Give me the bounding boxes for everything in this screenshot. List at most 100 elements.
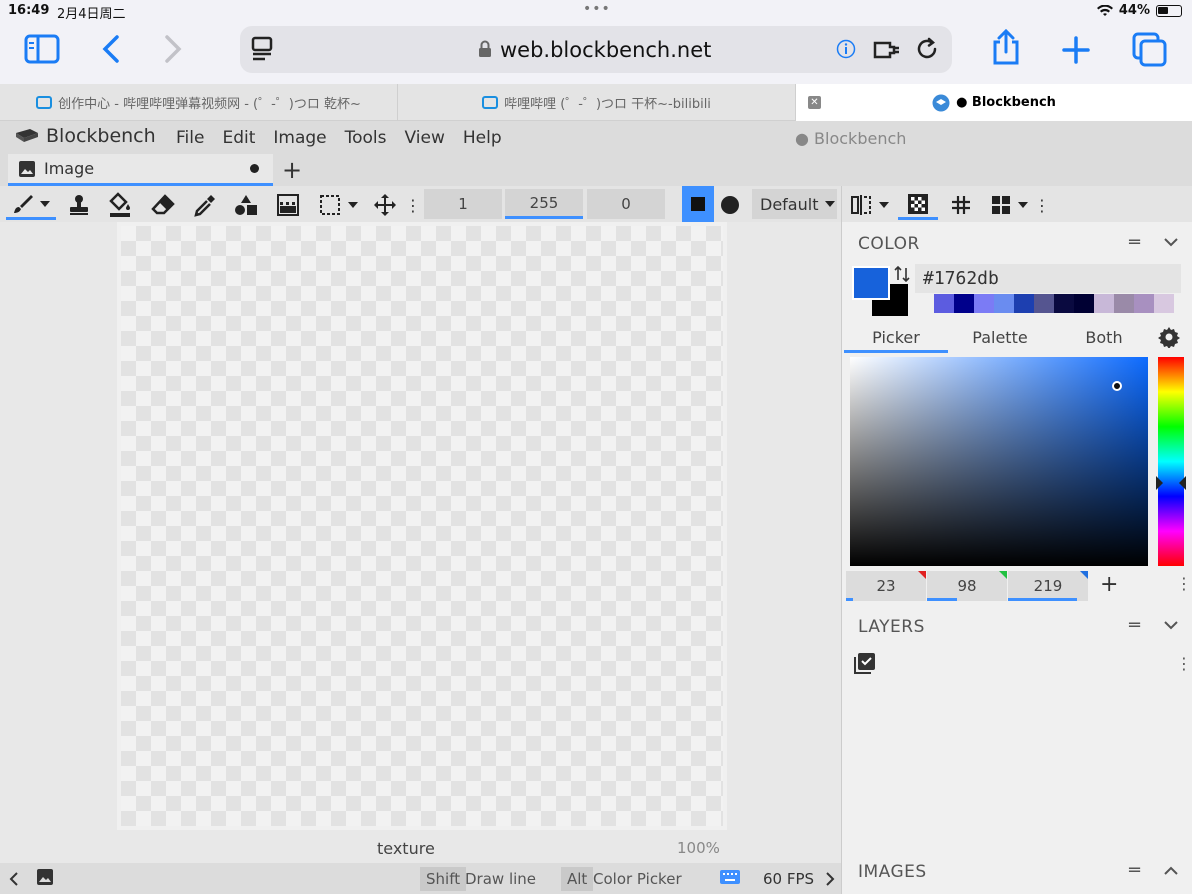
drag-handle-icon[interactable]: ═	[1129, 232, 1140, 253]
clone-stamp-tool-button[interactable]	[64, 190, 94, 220]
color-picker-tool-button[interactable]	[190, 190, 220, 220]
browser-tab-creator-center[interactable]: 创作中心 - 哔哩哔哩弹幕视频网 - (゜-゜)つロ 乾杯~	[0, 84, 398, 121]
tab-picker[interactable]: Picker	[844, 325, 948, 353]
document-tab-image[interactable]: Image	[8, 154, 273, 186]
close-tab-icon[interactable]: ✕	[808, 96, 821, 109]
menu-help[interactable]: Help	[463, 128, 502, 148]
wifi-icon	[1096, 4, 1113, 16]
palette-swatch[interactable]	[1074, 294, 1094, 313]
fill-tool-button[interactable]	[105, 190, 135, 220]
menu-file[interactable]: File	[176, 128, 204, 148]
sidebar-icon[interactable]	[24, 34, 60, 64]
browser-tab-bilibili[interactable]: 哔哩哔哩 (゜-゜)つロ 干杯~-bilibili	[398, 84, 796, 121]
palette-swatch[interactable]	[954, 294, 974, 313]
primary-color-swatch[interactable]	[852, 266, 890, 300]
chevron-up-icon[interactable]	[1164, 866, 1178, 876]
blend-mode-select[interactable]: Default	[752, 189, 837, 219]
extensions-icon[interactable]	[872, 38, 902, 62]
saturation-value-picker[interactable]	[850, 357, 1148, 566]
mirror-painting-button[interactable]	[850, 190, 890, 220]
texture-canvas[interactable]	[117, 222, 727, 830]
more-options-icon[interactable]: ⋮	[1176, 574, 1192, 593]
keyboard-icon[interactable]	[720, 870, 740, 884]
app-menubar: Blockbench File Edit Image Tools View He…	[0, 121, 1192, 154]
color-panel-title: COLOR	[858, 234, 920, 254]
swap-colors-icon[interactable]	[894, 264, 910, 284]
palette-swatch[interactable]	[1134, 294, 1154, 313]
picker-handle[interactable]	[1112, 381, 1122, 391]
texture-viewport[interactable]: texture 100%	[0, 222, 841, 863]
reload-icon[interactable]	[916, 36, 940, 62]
green-channel-field[interactable]: 98	[927, 571, 1007, 601]
palette-swatch[interactable]	[934, 294, 954, 313]
more-options-icon[interactable]: ⋮	[1034, 190, 1050, 220]
chevron-down-icon[interactable]	[1164, 238, 1178, 248]
selection-tool-button[interactable]	[316, 190, 362, 220]
menu-tools[interactable]: Tools	[345, 128, 387, 148]
image-icon[interactable]	[36, 868, 54, 886]
images-panel-title: IMAGES	[858, 862, 927, 882]
back-icon[interactable]	[100, 34, 122, 64]
gradient-tool-button[interactable]	[273, 190, 303, 220]
forward-icon[interactable]	[162, 34, 184, 64]
chevron-right-icon[interactable]	[824, 871, 836, 887]
opacity-field[interactable]: 255	[505, 189, 583, 219]
hue-handle-icon[interactable]	[1156, 475, 1186, 491]
blue-channel-field[interactable]: 219	[1008, 571, 1088, 601]
checkerboard-toggle-button[interactable]	[898, 190, 938, 220]
shape-tool-button[interactable]	[231, 190, 261, 220]
palette-swatch[interactable]	[1114, 294, 1134, 313]
brush-size-field[interactable]: 1	[424, 189, 502, 219]
chevron-down-icon	[40, 200, 50, 207]
brush-tool-button[interactable]	[6, 190, 56, 220]
hue-slider[interactable]	[1156, 357, 1186, 566]
drag-handle-icon[interactable]: ═	[1129, 615, 1140, 636]
menu-edit[interactable]: Edit	[222, 128, 255, 148]
share-icon[interactable]	[990, 28, 1022, 66]
shapes-icon	[235, 195, 257, 215]
layout-button[interactable]	[988, 190, 1032, 220]
red-channel-field[interactable]: 23	[846, 571, 926, 601]
tab-palette[interactable]: Palette	[948, 325, 1052, 353]
blockbench-logo-icon	[16, 129, 38, 142]
hex-color-input[interactable]: #1762db	[915, 264, 1181, 293]
reader-icon[interactable]	[250, 36, 274, 62]
menu-view[interactable]: View	[405, 128, 445, 148]
new-tab-icon[interactable]	[1062, 36, 1090, 64]
palette-swatch[interactable]	[1154, 294, 1174, 313]
green-indicator	[999, 571, 1007, 579]
palette-swatch[interactable]	[994, 294, 1014, 313]
palette-swatch[interactable]	[1014, 294, 1034, 313]
palette-swatch[interactable]	[1034, 294, 1054, 313]
add-tab-icon[interactable]: +	[282, 156, 302, 184]
tab-overview-icon[interactable]	[1132, 32, 1168, 68]
chevron-down-icon[interactable]	[1164, 621, 1178, 631]
softness-field[interactable]: 0	[587, 189, 665, 219]
more-options-icon[interactable]: ⋮	[405, 190, 421, 220]
mirror-icon	[851, 195, 871, 215]
bilibili-icon	[36, 96, 53, 109]
browser-tab-blockbench[interactable]: ✕ ● Blockbench	[796, 84, 1192, 121]
add-color-icon[interactable]: +	[1100, 572, 1118, 597]
more-options-icon[interactable]: ⋮	[1176, 654, 1192, 673]
palette-swatch[interactable]	[1094, 294, 1114, 313]
drag-handle-icon[interactable]: ═	[1129, 860, 1140, 881]
gear-icon[interactable]	[1158, 326, 1180, 348]
grid-toggle-button[interactable]	[946, 190, 976, 220]
red-indicator	[918, 571, 926, 579]
eraser-tool-button[interactable]	[148, 190, 178, 220]
square-brush-button[interactable]	[682, 186, 714, 222]
move-tool-button[interactable]	[370, 190, 400, 220]
tab-both[interactable]: Both	[1052, 325, 1156, 353]
palette-swatch[interactable]	[974, 294, 994, 313]
round-brush-button[interactable]	[716, 190, 744, 220]
layer-checkbox-icon[interactable]	[854, 652, 876, 674]
palette-swatch[interactable]	[1054, 294, 1074, 313]
multitask-dots-icon[interactable]: •••	[583, 1, 611, 17]
info-icon[interactable]	[836, 39, 856, 59]
address-bar[interactable]: web.blockbench.net	[240, 26, 952, 73]
menu-image[interactable]: Image	[273, 128, 326, 148]
browser-tab-label: ● Blockbench	[956, 95, 1056, 110]
chevron-left-icon[interactable]	[8, 871, 20, 887]
browser-tab-strip: 创作中心 - 哔哩哔哩弹幕视频网 - (゜-゜)つロ 乾杯~ 哔哩哔哩 (゜-゜…	[0, 84, 1192, 121]
